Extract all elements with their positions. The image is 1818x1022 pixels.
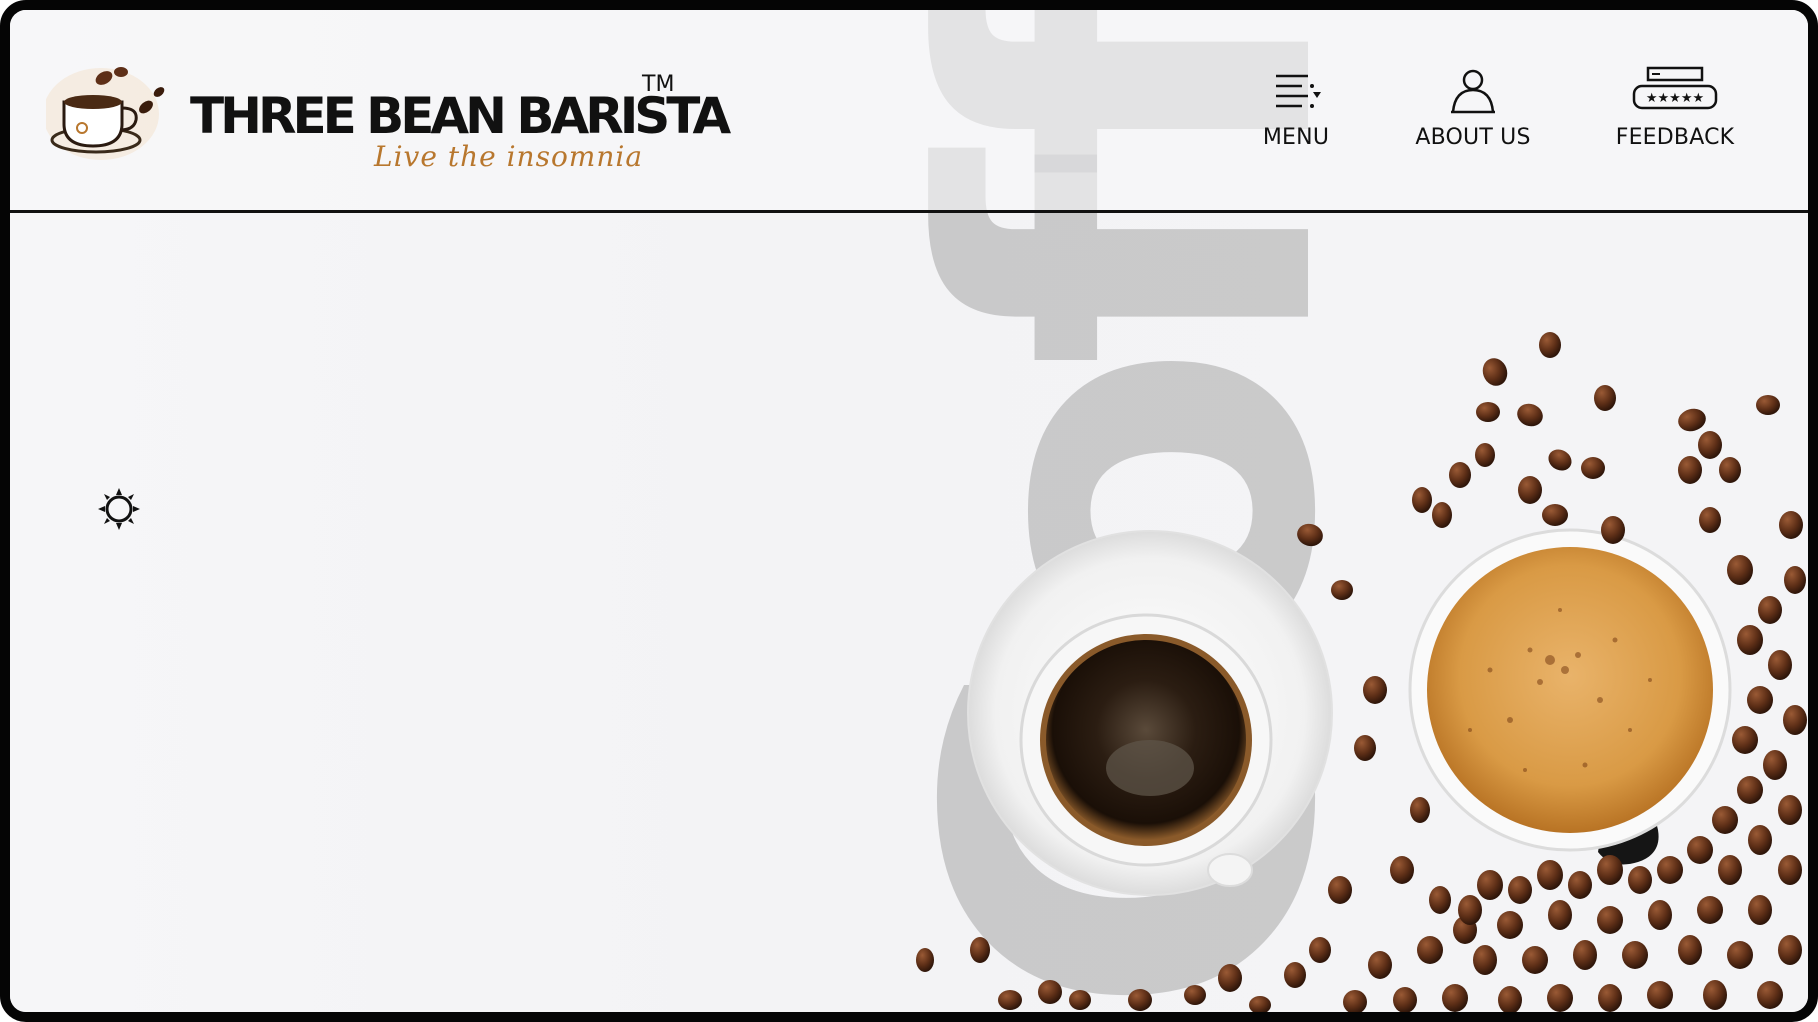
menu-list-icon <box>1276 74 1321 108</box>
coffee-cup-logo-icon[interactable] <box>46 62 171 162</box>
site-header: THREE BEAN BARISTA TM Live the insomnia … <box>10 10 1808 213</box>
page-frame: Coffee THREE BEAN BARISTA TM Live the in… <box>0 0 1818 1022</box>
nav-feedback[interactable]: ★★★★★ FEEDBACK <box>1605 64 1745 150</box>
coffee-cups-image <box>916 332 1807 1012</box>
nav-about-us[interactable]: ABOUT US <box>1408 68 1538 150</box>
nav-menu[interactable]: MENU <box>1246 68 1346 150</box>
rating-stars-icon: ★★★★★ <box>1632 66 1718 110</box>
hero-section: Coffee THREE BEAN BARISTA TM Live the in… <box>10 10 1808 1012</box>
nav-menu-label: MENU <box>1262 125 1330 150</box>
brand-tagline: Live the insomnia <box>374 140 644 173</box>
sun-icon[interactable] <box>98 488 140 530</box>
trademark-symbol: TM <box>642 72 675 97</box>
nav-about-label: ABOUT US <box>1415 125 1531 150</box>
nav-feedback-label: FEEDBACK <box>1615 125 1735 150</box>
svg-text:★★★★★: ★★★★★ <box>1646 91 1704 106</box>
user-icon <box>1451 69 1495 114</box>
